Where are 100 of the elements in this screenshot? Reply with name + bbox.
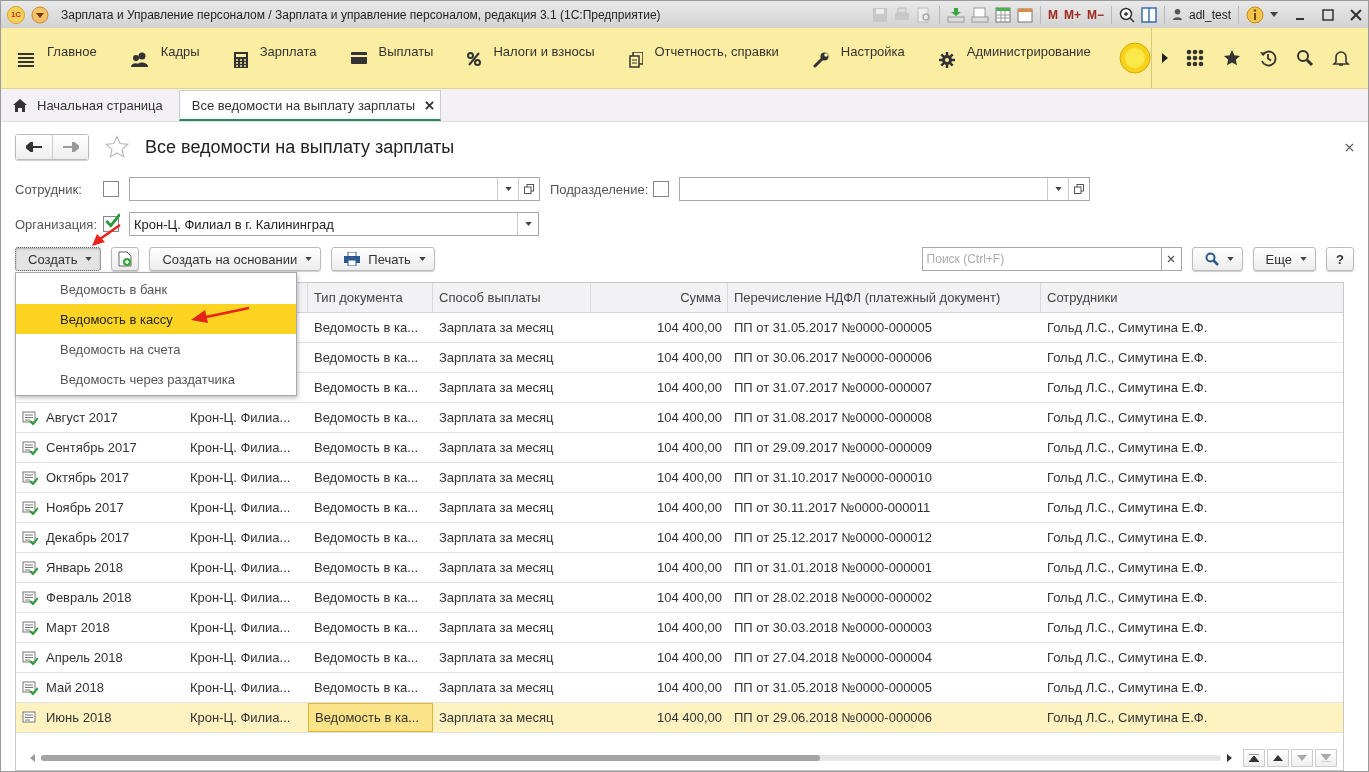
close-icon[interactable] xyxy=(1350,8,1362,21)
section-item[interactable]: Администрирование xyxy=(938,28,1091,88)
create-based-button[interactable]: Создать на основании xyxy=(149,247,322,271)
table-row[interactable]: Август 2017 Крон-Ц. Филиа... Ведомость в ка... Зарплата за месяц 104 400,00 ПП от 31.08.2017 №0000-000008 Гольд Л.С., Симутина Е.Ф. xyxy=(16,403,1343,433)
triangle-icon[interactable] xyxy=(1161,53,1168,63)
clear-button[interactable] xyxy=(1161,247,1182,271)
menu-item[interactable]: Ведомость в банк xyxy=(16,274,296,304)
create-button[interactable]: Создать xyxy=(15,247,102,271)
back-button[interactable] xyxy=(16,135,52,159)
open-icon[interactable] xyxy=(524,184,534,194)
table-cell: Крон-Ц. Филиа... xyxy=(190,650,291,665)
table-cell: ПП от 31.08.2017 №0000-000008 xyxy=(734,410,933,425)
search-button[interactable] xyxy=(1191,247,1243,271)
memory-button[interactable]: M− xyxy=(1086,7,1104,22)
table-cell: Зарплата за месяц xyxy=(439,560,554,575)
section-item[interactable]: Кадры xyxy=(130,28,200,88)
table-cell: Гольд Л.С., Симутина Е.Ф. xyxy=(1047,530,1208,545)
to-bottom-icon xyxy=(1321,754,1331,762)
previous-row-button[interactable] xyxy=(1267,749,1289,767)
select-field[interactable]: Крон-Ц. Филиал в г. Калининград xyxy=(129,212,539,236)
tab[interactable]: Все ведомости на выплату зарплаты xyxy=(178,90,442,121)
close-icon[interactable] xyxy=(1345,142,1354,152)
favorite-star-icon[interactable] xyxy=(105,135,129,159)
select-field[interactable] xyxy=(129,177,540,201)
export-icon[interactable] xyxy=(946,6,965,23)
table-row[interactable]: Апрель 2018 Крон-Ц. Филиа... Ведомость в ка... Зарплата за месяц 104 400,00 ПП от 27.04.2018 №0000-000004 Гольд Л.С., Симутина Е.Ф. xyxy=(16,643,1343,673)
table-row[interactable]: Июнь 2018 Крон-Ц. Филиа... Ведомость в ка... Зарплата за месяц 104 400,00 ПП от 29.06.2018 №0000-000006 Гольд Л.С., Симутина Е.Ф. xyxy=(16,703,1343,733)
checkbox[interactable] xyxy=(103,181,119,197)
zoom-icon[interactable] xyxy=(1118,6,1135,23)
select-field[interactable] xyxy=(679,177,1090,201)
table-row[interactable]: Март 2018 Крон-Ц. Филиа... Ведомость в ка... Зарплата за месяц 104 400,00 ПП от 30.03.2018 №0000-000003 Гольд Л.С., Симутина Е.Ф. xyxy=(16,613,1343,643)
bell-icon[interactable] xyxy=(1331,49,1350,67)
section-item[interactable]: Налоги и взносы xyxy=(467,28,595,88)
section-item[interactable]: Зарплата xyxy=(233,28,317,88)
table-cell: Зарплата за месяц xyxy=(439,470,554,485)
tab[interactable]: Начальная страница xyxy=(1,90,169,121)
table-row[interactable]: Январь 2018 Крон-Ц. Филиа... Ведомость в ка... Зарплата за месяц 104 400,00 ПП от 31.01.2018 №0000-000001 Гольд Л.С., Симутина Е.Ф. xyxy=(16,553,1343,583)
caret-icon[interactable] xyxy=(31,5,49,24)
section-item[interactable]: Настройка xyxy=(812,28,905,88)
menu-icon xyxy=(17,52,35,68)
checkbox[interactable] xyxy=(653,181,669,197)
table-cell: Ведомость в ка... xyxy=(314,320,418,335)
checkbox[interactable] xyxy=(103,216,119,232)
caret-icon[interactable] xyxy=(504,187,512,191)
table-cell: Гольд Л.С., Симутина Е.Ф. xyxy=(1047,620,1208,635)
add-document-button[interactable] xyxy=(111,247,140,271)
table-cell: Зарплата за месяц xyxy=(439,590,554,605)
caret-icon[interactable] xyxy=(524,222,532,226)
memory-button[interactable]: M xyxy=(1047,7,1058,22)
info-icon[interactable] xyxy=(1246,5,1264,24)
maximize-icon[interactable] xyxy=(1322,8,1334,21)
table-cell: Сентябрь 2017 xyxy=(46,440,137,455)
panel-icon[interactable] xyxy=(1140,6,1157,23)
horizontal-scrollbar[interactable] xyxy=(41,755,1221,761)
help-button[interactable]: ? xyxy=(1326,247,1354,271)
section-item[interactable]: Главное xyxy=(17,28,97,88)
user-name[interactable]: adl_test xyxy=(1188,7,1231,22)
search-icon[interactable] xyxy=(1295,49,1314,67)
section-label: Выплаты xyxy=(378,44,434,59)
table-cell: Февраль 2018 xyxy=(46,590,132,605)
table-cell: ПП от 28.02.2018 №0000-000002 xyxy=(734,590,933,605)
first-row-button[interactable] xyxy=(1243,749,1265,767)
table-row[interactable]: Ноябрь 2017 Крон-Ц. Филиа... Ведомость в ка... Зарплата за месяц 104 400,00 ПП от 30.11.2017 №0000-000011 Гольд Л.С., Симутина Е.Ф. xyxy=(16,493,1343,523)
table-cell: Зарплата за месяц xyxy=(439,620,554,635)
menu-item[interactable]: Ведомость в кассу xyxy=(16,304,296,334)
calendar-icon[interactable] xyxy=(1016,6,1033,23)
table-cell: Крон-Ц. Филиа... xyxy=(190,710,291,725)
history-icon[interactable] xyxy=(1259,49,1278,67)
apps-icon[interactable] xyxy=(1186,49,1205,67)
search-field[interactable]: Поиск (Ctrl+F) xyxy=(921,247,1162,271)
table-row[interactable]: Сентябрь 2017 Крон-Ц. Филиа... Ведомость в ка... Зарплата за месяц 104 400,00 ПП от 29.09.2017 №0000-000009 Гольд Л.С., Симутина Е.Ф. xyxy=(16,433,1343,463)
table-cell: 104 400,00 xyxy=(656,410,722,425)
spreadsheet-icon[interactable] xyxy=(994,6,1011,23)
scroll-right-icon[interactable] xyxy=(1227,754,1232,762)
open-icon[interactable] xyxy=(1074,184,1084,194)
caret-icon[interactable] xyxy=(1054,187,1062,191)
memory-button[interactable]: M+ xyxy=(1063,7,1081,22)
column-header[interactable]: Перечисление НДФЛ (платежный документ) xyxy=(728,283,1041,312)
caret-icon xyxy=(305,257,313,261)
scroll-left-icon[interactable] xyxy=(30,754,35,762)
section-item[interactable]: Выплаты xyxy=(350,28,434,88)
table-cell: Ведомость в ка... xyxy=(314,650,418,665)
table-cell: 104 400,00 xyxy=(656,710,722,725)
column-header[interactable]: Сотрудники xyxy=(1041,283,1343,312)
column-header[interactable]: Сумма xyxy=(591,283,728,312)
print-button[interactable]: Печать xyxy=(331,247,435,271)
table-row[interactable]: Февраль 2018 Крон-Ц. Филиа... Ведомость в ка... Зарплата за месяц 104 400,00 ПП от 28.02.2018 №0000-000002 Гольд Л.С., Симутина Е.Ф. xyxy=(16,583,1343,613)
caret-icon[interactable] xyxy=(1270,12,1278,17)
more-button[interactable]: Еще xyxy=(1252,247,1317,271)
close-icon[interactable] xyxy=(425,100,435,110)
table-cell: Зарплата за месяц xyxy=(439,380,554,395)
column-header[interactable]: Способ выплаты xyxy=(433,283,591,312)
column-header[interactable]: Тип документа xyxy=(308,283,433,312)
table-row[interactable]: Октябрь 2017 Крон-Ц. Филиа... Ведомость в ка... Зарплата за месяц 104 400,00 ПП от 31.10.2017 №0000-000010 Гольд Л.С., Симутина Е.Ф. xyxy=(16,463,1343,493)
section-item[interactable]: Отчетность, справки xyxy=(628,28,779,88)
wallet-icon xyxy=(350,52,367,64)
table-row[interactable]: Декабрь 2017 Крон-Ц. Филиа... Ведомость в ка... Зарплата за месяц 104 400,00 ПП от 25.12.2017 №0000-000012 Гольд Л.С., Симутина Е.Ф. xyxy=(16,523,1343,553)
printer-icon xyxy=(344,252,361,266)
to-top-icon xyxy=(1249,754,1259,762)
star-icon[interactable] xyxy=(1222,49,1241,67)
